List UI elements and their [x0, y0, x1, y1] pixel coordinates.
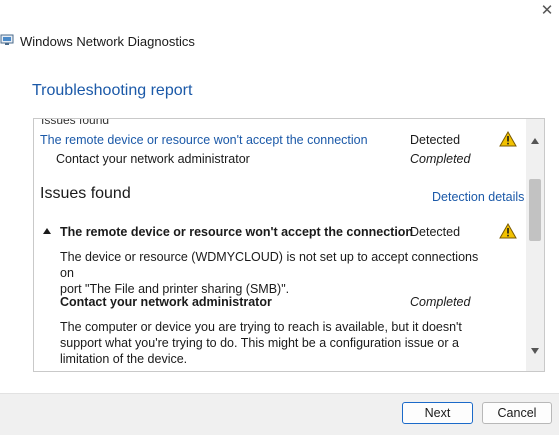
- window-title: Windows Network Diagnostics: [20, 34, 195, 49]
- action-title: Contact your network administrator: [60, 295, 272, 309]
- warning-icon: [499, 131, 517, 147]
- collapse-arrow-icon[interactable]: [42, 227, 52, 235]
- scrollbar-thumb[interactable]: [529, 179, 541, 241]
- issue-title: The remote device or resource won't acce…: [60, 225, 414, 239]
- action-status: Completed: [410, 295, 471, 309]
- issues-found-heading: Issues found: [40, 185, 131, 202]
- warning-icon: [499, 223, 517, 239]
- footer-bar: [0, 393, 559, 435]
- report-panel: Issues found The remote device or resour…: [33, 118, 545, 372]
- detection-details-link[interactable]: Detection details: [432, 190, 524, 204]
- action-description-line: limitation of the device.: [60, 352, 188, 366]
- summary-issue-link[interactable]: The remote device or resource won't acce…: [40, 133, 368, 147]
- summary-action-label: Contact your network administrator: [56, 152, 250, 166]
- issue-description: The device or resource (WDMYCLOUD) is no…: [60, 249, 480, 297]
- page-title: Troubleshooting report: [32, 82, 193, 99]
- summary-issue-status: Detected: [410, 133, 461, 147]
- action-description: The computer or device you are trying to…: [60, 319, 480, 367]
- action-description-line: The computer or device you are trying to…: [60, 320, 462, 334]
- issue-description-line: The device or resource (WDMYCLOUD) is no…: [60, 250, 479, 280]
- summary-action-status: Completed: [410, 152, 471, 166]
- scroll-up-icon[interactable]: [530, 137, 540, 145]
- title-bar: [0, 0, 559, 30]
- next-button[interactable]: Next: [402, 402, 473, 424]
- issue-status: Detected: [410, 225, 461, 239]
- network-diagnostics-icon: [0, 34, 14, 45]
- vertical-scrollbar[interactable]: [526, 119, 544, 371]
- cut-off-heading: Issues found: [41, 118, 110, 127]
- close-button[interactable]: ✕: [538, 2, 556, 20]
- cancel-button[interactable]: Cancel: [482, 402, 552, 424]
- scroll-down-icon[interactable]: [530, 347, 540, 355]
- action-description-line: support what you're trying to do. This m…: [60, 336, 459, 350]
